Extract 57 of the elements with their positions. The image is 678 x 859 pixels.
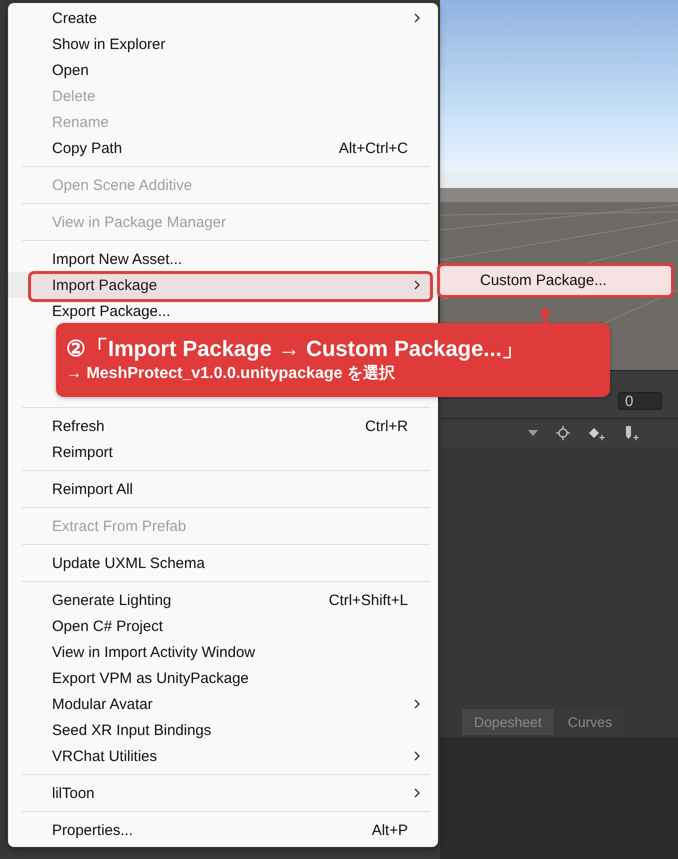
menu-item[interactable]: Reimport — [8, 439, 438, 465]
menu-item-label: Update UXML Schema — [52, 554, 205, 572]
menu-item-label: Modular Avatar — [52, 696, 153, 712]
menu-item[interactable]: Open — [8, 57, 438, 83]
menu-item[interactable]: Export Package... — [8, 298, 438, 324]
menu-item[interactable]: Refresh Ctrl+R — [8, 413, 438, 439]
add-keyframe-icon[interactable] — [588, 426, 606, 440]
menu-item-label: Extract From Prefab — [52, 518, 186, 534]
menu-item[interactable]: lilToon — [8, 780, 438, 806]
submenu-item[interactable]: Custom Package... — [437, 263, 674, 298]
menu-item-label: Rename — [52, 114, 109, 130]
shortcut-label: Ctrl+R — [365, 418, 408, 434]
menu-item[interactable]: View in Import Activity Window — [8, 639, 438, 665]
menu-item-label: Reimport — [52, 444, 113, 460]
menu-item-label: Import New Asset... — [52, 250, 182, 268]
callout-subtitle: → MeshProtect_v1.0.0.unitypackage を選択 — [66, 364, 396, 384]
frame-field[interactable]: 0 — [618, 392, 662, 410]
menu-item-label: Open C# Project — [52, 618, 163, 634]
add-event-icon[interactable] — [624, 425, 640, 441]
menu-item-label: Seed XR Input Bindings — [52, 722, 212, 738]
menu-item[interactable]: Show in Explorer — [8, 31, 438, 57]
menu-item-label: View in Package Manager — [52, 214, 226, 230]
menu-item[interactable]: Import Package — [8, 272, 438, 298]
shortcut-label: Alt+Ctrl+C — [338, 140, 408, 156]
menu-item-label: Copy Path — [52, 140, 122, 156]
menu-item[interactable]: Properties... Alt+P — [8, 817, 438, 843]
menu-item[interactable]: Export VPM as UnityPackage — [8, 665, 438, 691]
target-icon[interactable] — [556, 426, 570, 440]
menu-item[interactable]: Open C# Project — [8, 613, 438, 639]
menu-item-label: Open — [52, 62, 89, 78]
menu-item[interactable]: Create — [8, 5, 438, 31]
menu-item-label: lilToon — [52, 784, 95, 802]
menu-item-label: Open Scene Additive — [52, 176, 192, 194]
menu-item-label: Delete — [52, 88, 96, 104]
menu-item[interactable]: Generate Lighting Ctrl+Shift+L — [8, 587, 438, 613]
menu-item-label: View in Import Activity Window — [52, 644, 256, 660]
menu-item-label: Create — [52, 10, 98, 26]
menu-item-label: Refresh — [52, 418, 105, 434]
menu-item[interactable]: VRChat Utilities — [8, 743, 438, 769]
menu-item-label: Export Package... — [52, 302, 170, 320]
menu-item-label: Import Package — [52, 276, 158, 294]
menu-item[interactable]: Modular Avatar — [8, 691, 438, 717]
menu-item-label: Properties... — [52, 822, 133, 838]
menu-item[interactable]: Reimport All — [8, 476, 438, 502]
menu-item-label: Generate Lighting — [52, 592, 172, 608]
menu-item-label: Show in Explorer — [52, 36, 166, 52]
menu-item-label: Export VPM as UnityPackage — [52, 670, 249, 686]
menu-item[interactable]: Import New Asset... — [8, 246, 438, 272]
menu-item-label: VRChat Utilities — [52, 748, 158, 764]
shortcut-label: Ctrl+Shift+L — [328, 592, 408, 608]
menu-item[interactable]: Update UXML Schema — [8, 550, 438, 576]
dropdown-caret-icon[interactable] — [528, 430, 538, 436]
menu-item-label: Reimport All — [52, 480, 133, 498]
menu-item[interactable]: Seed XR Input Bindings — [8, 717, 438, 743]
shortcut-label: Alt+P — [372, 822, 408, 838]
menu-item[interactable]: Copy Path Alt+Ctrl+C — [8, 135, 438, 161]
callout-title: ②「Import Package → Custom Package...」 — [66, 335, 525, 363]
